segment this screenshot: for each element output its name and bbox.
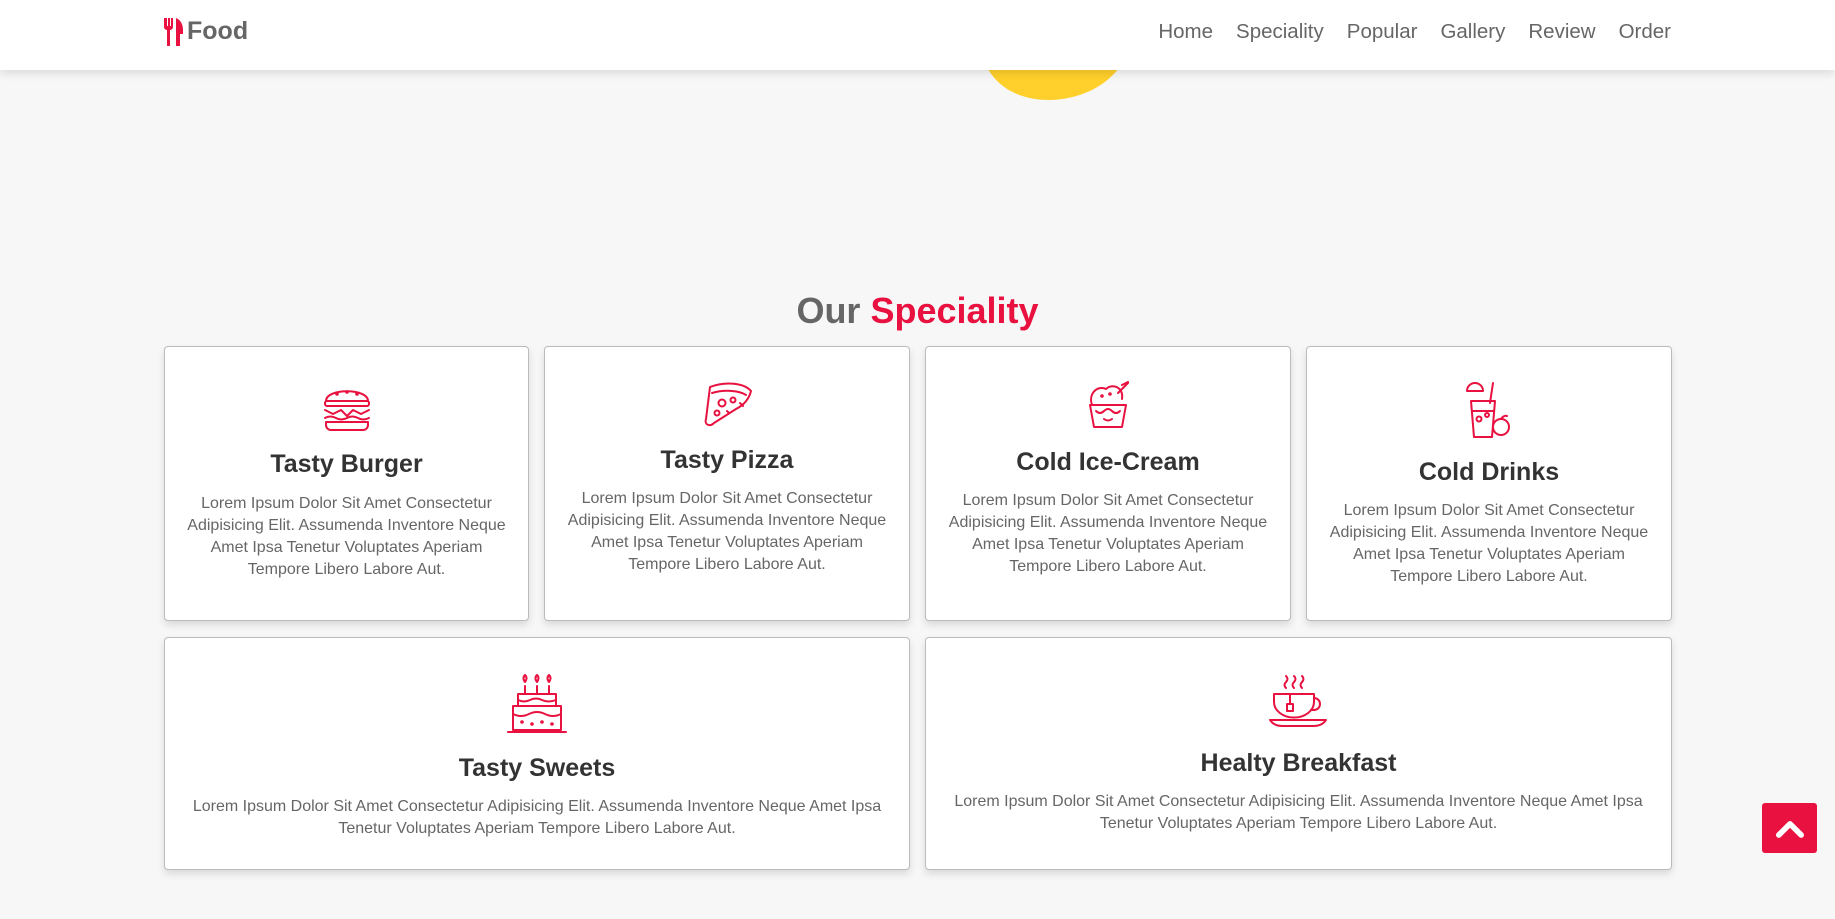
speciality-card-pizza: Tasty Pizza Lorem Ipsum Dolor Sit Amet C… (544, 346, 910, 621)
card-text: Lorem Ipsum Dolor Sit Amet Consectetur A… (567, 490, 887, 573)
card-text: Lorem Ipsum Dolor Sit Amet Consectetur A… (192, 798, 882, 837)
chevron-up-icon (1775, 820, 1804, 838)
speciality-card-drinks: Cold Drinks Lorem Ipsum Dolor Sit Amet C… (1306, 346, 1672, 621)
speciality-card-burger: Tasty Burger Lorem Ipsum Dolor Sit Amet … (164, 346, 529, 621)
main-nav: Home Speciality Popular Gallery Review O… (1158, 20, 1671, 44)
card-text: Lorem Ipsum Dolor Sit Amet Consectetur A… (187, 495, 506, 578)
logo[interactable]: Food (162, 17, 248, 46)
scroll-to-top-button[interactable] (1762, 803, 1817, 853)
speciality-card-ice-cream: Cold Ice-Cream Lorem Ipsum Dolor Sit Ame… (925, 346, 1291, 621)
teacup-icon (1268, 675, 1327, 727)
card-title: Healty Breakfast (1200, 749, 1397, 777)
utensils-icon (164, 17, 183, 46)
nav-link-popular[interactable]: Popular (1347, 20, 1418, 44)
card-title: Tasty Burger (270, 450, 423, 478)
speciality-card-sweets: Tasty Sweets Lorem Ipsum Dolor Sit Amet … (164, 637, 910, 870)
nav-link-speciality[interactable]: Speciality (1236, 20, 1324, 44)
nav-link-order[interactable]: Order (1619, 20, 1671, 44)
logo-text: Food (187, 17, 249, 45)
nav-link-home[interactable]: Home (1158, 20, 1213, 44)
burger-icon (323, 390, 370, 431)
card-title: Tasty Pizza (660, 446, 794, 474)
heading-plain: Our (796, 290, 871, 331)
card-title: Cold Ice-Cream (1016, 448, 1200, 476)
speciality-card-breakfast: Healty Breakfast Lorem Ipsum Dolor Sit A… (925, 637, 1672, 870)
card-title: Cold Drinks (1418, 458, 1560, 486)
drink-icon (1466, 382, 1510, 438)
ice-cream-icon (1089, 381, 1129, 428)
cake-icon (507, 674, 567, 733)
card-text: Lorem Ipsum Dolor Sit Amet Consectetur A… (954, 793, 1643, 832)
card-title: Tasty Sweets (458, 754, 616, 782)
card-text: Lorem Ipsum Dolor Sit Amet Consectetur A… (948, 492, 1268, 575)
site-header: Food Home Speciality Popular Gallery Rev… (0, 0, 1835, 70)
heading-accent: Speciality (870, 290, 1039, 331)
nav-link-gallery[interactable]: Gallery (1440, 20, 1505, 44)
card-text: Lorem Ipsum Dolor Sit Amet Consectetur A… (1329, 502, 1649, 585)
pizza-icon (704, 382, 752, 427)
section-heading: Our Speciality (0, 290, 1835, 332)
nav-link-review[interactable]: Review (1528, 20, 1595, 44)
